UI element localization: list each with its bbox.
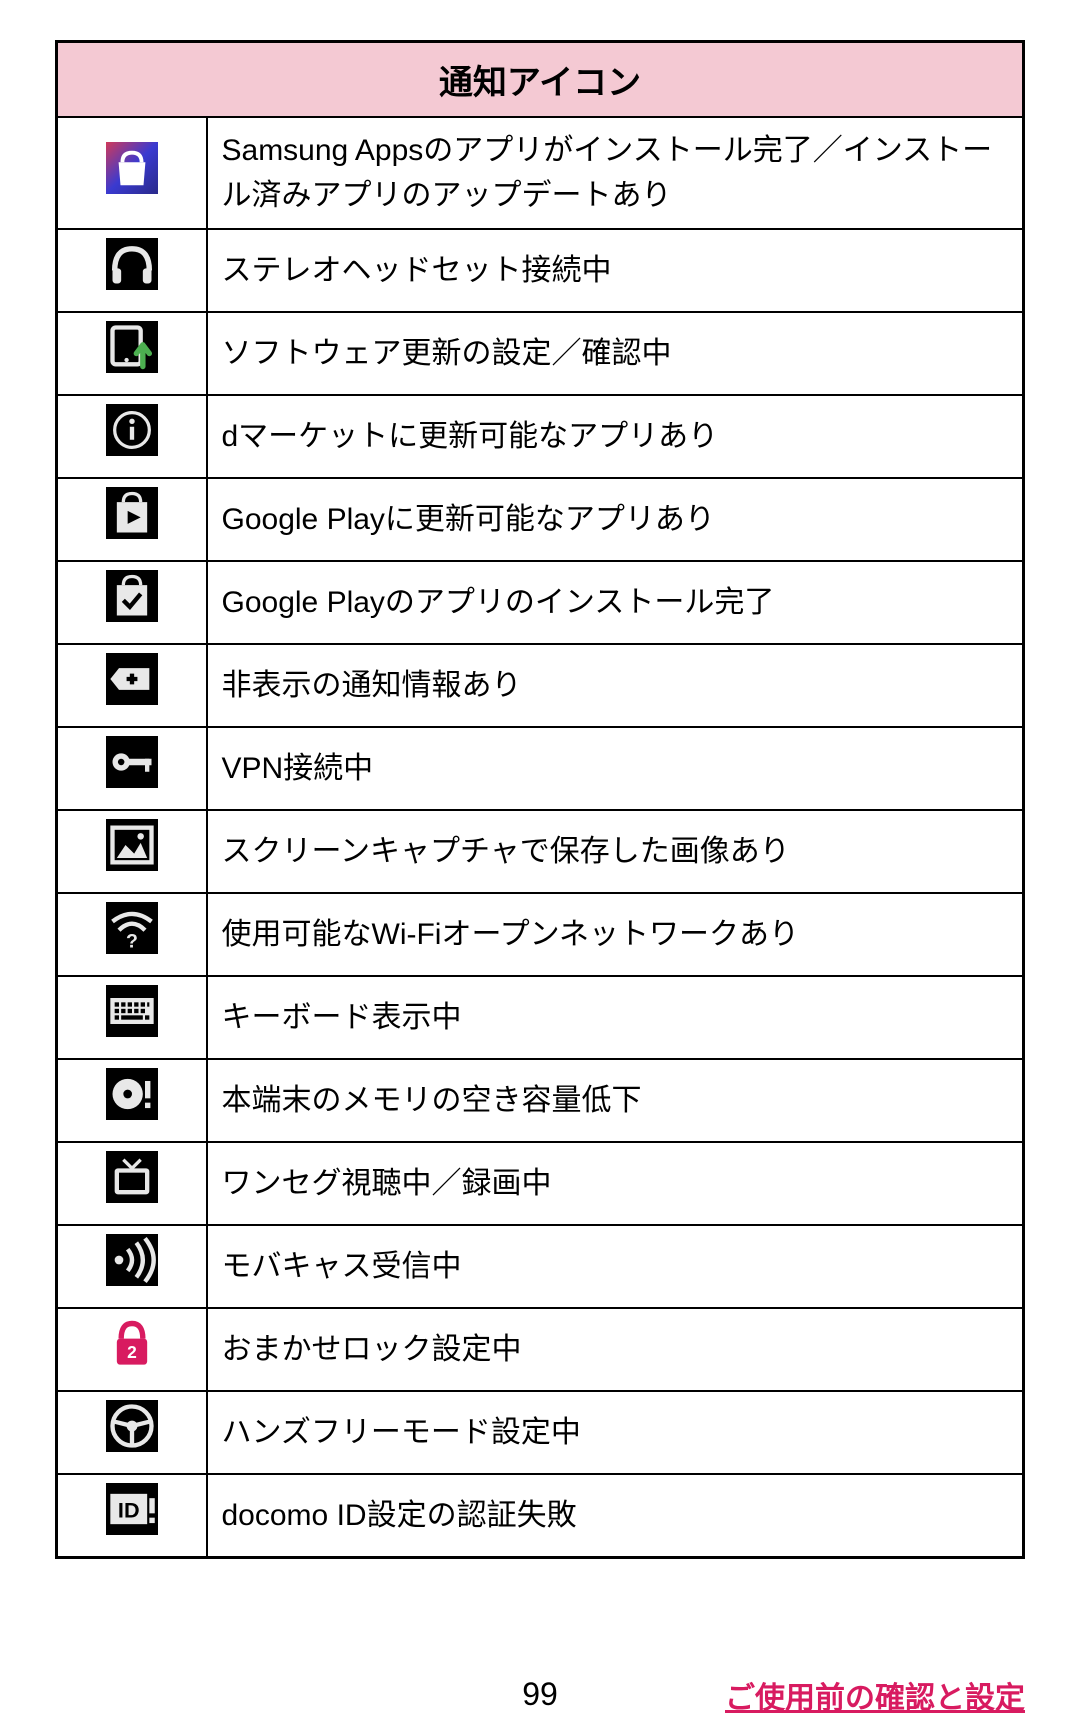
wifi-question-icon: ? bbox=[106, 902, 158, 954]
icon-cell bbox=[57, 1142, 207, 1225]
icon-description: 本端末のメモリの空き容量低下 bbox=[207, 1059, 1024, 1142]
icon-cell: ID bbox=[57, 1474, 207, 1558]
steering-wheel-icon bbox=[106, 1400, 158, 1452]
table-row: VPN接続中 bbox=[57, 727, 1024, 810]
table-row: Google Playのアプリのインストール完了 bbox=[57, 561, 1024, 644]
table-row: 本端末のメモリの空き容量低下 bbox=[57, 1059, 1024, 1142]
icon-cell bbox=[57, 229, 207, 312]
keyboard-icon bbox=[106, 985, 158, 1037]
lock-red-icon: 2 bbox=[106, 1317, 158, 1369]
icon-description: VPN接続中 bbox=[207, 727, 1024, 810]
svg-text:?: ? bbox=[126, 931, 138, 953]
table-row: モバキャス受信中 bbox=[57, 1225, 1024, 1308]
table-row: ID docomo ID設定の認証失敗 bbox=[57, 1474, 1024, 1558]
page-footer: 99 ご使用前の確認と設定 bbox=[0, 1676, 1080, 1713]
table-row: 非表示の通知情報あり bbox=[57, 644, 1024, 727]
icon-description: dマーケットに更新可能なアプリあり bbox=[207, 395, 1024, 478]
info-circle-icon bbox=[106, 404, 158, 456]
svg-text:2: 2 bbox=[127, 1342, 137, 1362]
icon-cell bbox=[57, 1391, 207, 1474]
icon-cell bbox=[57, 727, 207, 810]
icon-cell bbox=[57, 1059, 207, 1142]
icon-description: ワンセグ視聴中／録画中 bbox=[207, 1142, 1024, 1225]
icon-description: docomo ID設定の認証失敗 bbox=[207, 1474, 1024, 1558]
icon-description: Google Playのアプリのインストール完了 bbox=[207, 561, 1024, 644]
icon-cell bbox=[57, 644, 207, 727]
icon-description: Google Playに更新可能なアプリあり bbox=[207, 478, 1024, 561]
icon-cell: 2 bbox=[57, 1308, 207, 1391]
plus-tag-icon bbox=[106, 653, 158, 705]
icon-cell bbox=[57, 478, 207, 561]
icon-description: ステレオヘッドセット接続中 bbox=[207, 229, 1024, 312]
table-row: ソフトウェア更新の設定／確認中 bbox=[57, 312, 1024, 395]
svg-text:ID: ID bbox=[118, 1498, 140, 1523]
id-alert-icon: ID bbox=[106, 1483, 158, 1535]
table-row: ワンセグ視聴中／録画中 bbox=[57, 1142, 1024, 1225]
key-icon bbox=[106, 736, 158, 788]
icon-description: Samsung Appsのアプリがインストール完了／インストール済みアプリのアッ… bbox=[207, 117, 1024, 229]
icon-description: スクリーンキャプチャで保存した画像あり bbox=[207, 810, 1024, 893]
icon-cell bbox=[57, 117, 207, 229]
icon-cell bbox=[57, 395, 207, 478]
icon-description: おまかせロック設定中 bbox=[207, 1308, 1024, 1391]
icon-description: 使用可能なWi-Fiオープンネットワークあり bbox=[207, 893, 1024, 976]
icon-cell bbox=[57, 561, 207, 644]
tv-icon bbox=[106, 1151, 158, 1203]
notification-icon-table: 通知アイコン Samsung Appsのアプリがインストール完了／インストール済… bbox=[55, 40, 1025, 1559]
icon-cell bbox=[57, 810, 207, 893]
table-row: スクリーンキャプチャで保存した画像あり bbox=[57, 810, 1024, 893]
icon-description: 非表示の通知情報あり bbox=[207, 644, 1024, 727]
footer-section-link[interactable]: ご使用前の確認と設定 bbox=[725, 1673, 1025, 1717]
table-row: dマーケットに更新可能なアプリあり bbox=[57, 395, 1024, 478]
table-row: ハンズフリーモード設定中 bbox=[57, 1391, 1024, 1474]
icon-cell bbox=[57, 1225, 207, 1308]
icon-description: ソフトウェア更新の設定／確認中 bbox=[207, 312, 1024, 395]
icon-description: キーボード表示中 bbox=[207, 976, 1024, 1059]
table-row: ? 使用可能なWi-Fiオープンネットワークあり bbox=[57, 893, 1024, 976]
icon-cell: ? bbox=[57, 893, 207, 976]
headphones-icon bbox=[106, 238, 158, 290]
broadcast-wave-icon bbox=[106, 1234, 158, 1286]
samsung-bag-icon bbox=[106, 142, 158, 194]
software-update-icon bbox=[106, 321, 158, 373]
icon-description: ハンズフリーモード設定中 bbox=[207, 1391, 1024, 1474]
disc-alert-icon bbox=[106, 1068, 158, 1120]
table-row: キーボード表示中 bbox=[57, 976, 1024, 1059]
table-header: 通知アイコン bbox=[57, 42, 1024, 118]
page-number: 99 bbox=[522, 1676, 558, 1713]
picture-frame-icon bbox=[106, 819, 158, 871]
table-row: ステレオヘッドセット接続中 bbox=[57, 229, 1024, 312]
icon-cell bbox=[57, 976, 207, 1059]
icon-cell bbox=[57, 312, 207, 395]
icon-description: モバキャス受信中 bbox=[207, 1225, 1024, 1308]
check-bag-icon bbox=[106, 570, 158, 622]
table-row: 2 おまかせロック設定中 bbox=[57, 1308, 1024, 1391]
table-row: Google Playに更新可能なアプリあり bbox=[57, 478, 1024, 561]
play-bag-icon bbox=[106, 487, 158, 539]
table-row: Samsung Appsのアプリがインストール完了／インストール済みアプリのアッ… bbox=[57, 117, 1024, 229]
